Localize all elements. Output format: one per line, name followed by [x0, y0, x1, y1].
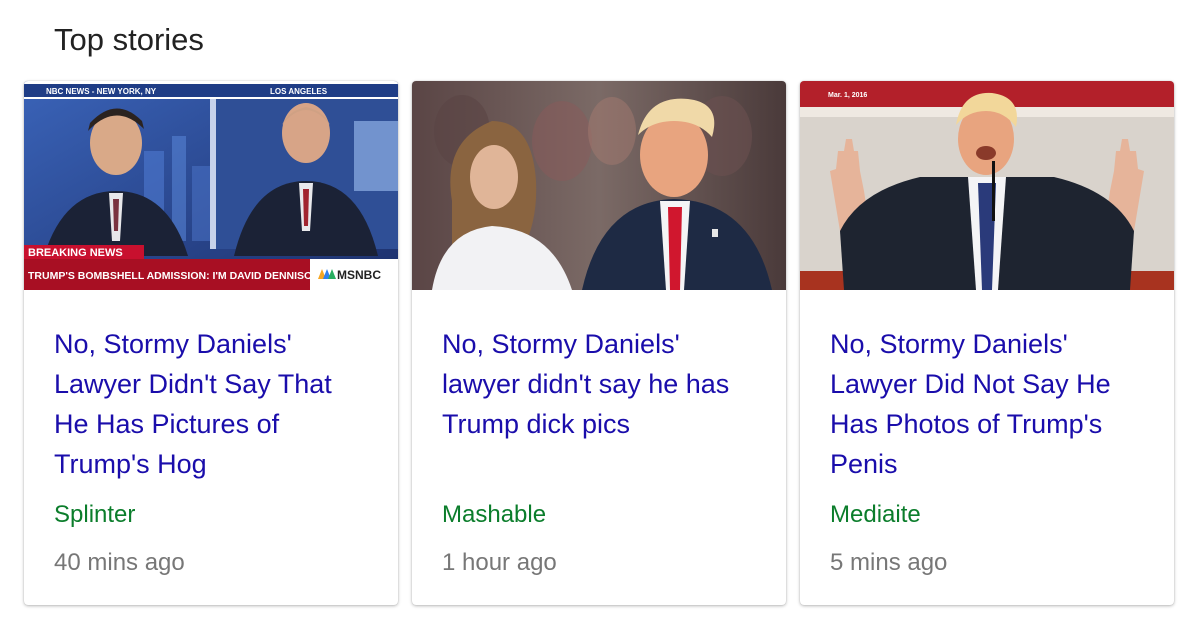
story-headline[interactable]: No, Stormy Daniels' lawyer didn't say he…: [442, 324, 756, 484]
network-label: NBC NEWS - NEW YORK, NY: [46, 87, 157, 96]
story-thumbnail-2[interactable]: [412, 81, 786, 290]
story-source: Mashable: [442, 501, 547, 528]
story-card-1[interactable]: NBC NEWS - NEW YORK, NY LOS ANGELES BREA…: [24, 81, 398, 605]
svg-text:MSNBC: MSNBC: [337, 268, 381, 282]
story-source: Mediaite: [830, 501, 921, 528]
story-card-2[interactable]: No, Stormy Daniels' lawyer didn't say he…: [412, 81, 786, 605]
breaking-news-text: TRUMP'S BOMBSHELL ADMISSION: I'M DAVID D…: [28, 270, 320, 282]
story-time: 1 hour ago: [442, 549, 557, 576]
breaking-news-label: BREAKING NEWS: [28, 247, 123, 259]
location-label: LOS ANGELES: [270, 87, 328, 96]
story-time: 40 mins ago: [54, 549, 185, 576]
story-thumbnail-1[interactable]: NBC NEWS - NEW YORK, NY LOS ANGELES BREA…: [24, 81, 398, 290]
section-title: Top stories: [54, 22, 204, 57]
story-thumbnail-3[interactable]: Mar. 1, 2016: [800, 81, 1174, 290]
story-headline[interactable]: No, Stormy Daniels' Lawyer Didn't Say Th…: [54, 324, 368, 484]
date-label: Mar. 1, 2016: [828, 92, 867, 99]
top-stories-page: Top stories NBC NEWS - NEW YORK, NY LOS …: [0, 0, 1200, 620]
story-time: 5 mins ago: [830, 549, 948, 576]
story-source: Splinter: [54, 501, 136, 528]
story-headline[interactable]: No, Stormy Daniels' Lawyer Did Not Say H…: [830, 324, 1144, 484]
story-card-3[interactable]: Mar. 1, 2016 No, Stormy Daniels' Lawyer …: [800, 81, 1174, 605]
story-carousel: NBC NEWS - NEW YORK, NY LOS ANGELES BREA…: [24, 81, 1174, 605]
